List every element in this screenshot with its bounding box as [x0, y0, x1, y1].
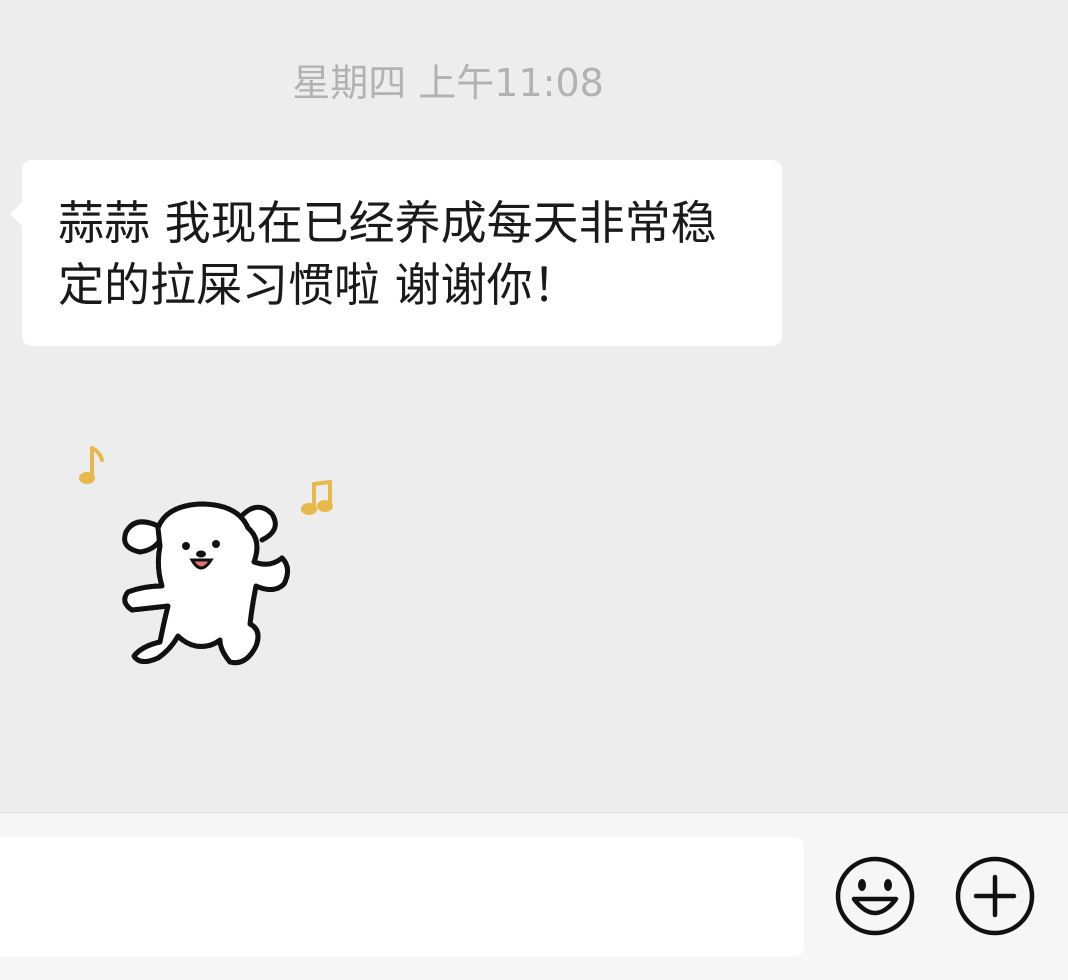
more-options-button[interactable] [954, 855, 1036, 937]
plus-circle-icon [955, 856, 1035, 936]
dancing-dog-sticker[interactable] [70, 436, 350, 696]
emoji-button[interactable] [834, 855, 916, 937]
input-bar [0, 812, 1068, 980]
message-text: 蒜蒜 我现在已经养成每天非常稳定的拉屎习惯啦 谢谢你！ [58, 196, 717, 312]
dancing-dog-icon [79, 446, 333, 666]
double-music-note-icon [301, 480, 333, 515]
message-input[interactable] [0, 837, 804, 957]
smiley-face-icon [835, 856, 915, 936]
bubble-tail [10, 202, 22, 226]
message-bubble[interactable]: 蒜蒜 我现在已经养成每天非常稳定的拉屎习惯啦 谢谢你！ [10, 160, 782, 346]
music-note-icon [79, 446, 104, 484]
message-timestamp: 星期四 上午11:08 [292, 61, 604, 105]
chat-area: 星期四 上午11:08 蒜蒜 我现在已经养成每天非常稳定的拉屎习惯啦 谢谢你！ [0, 0, 1068, 812]
